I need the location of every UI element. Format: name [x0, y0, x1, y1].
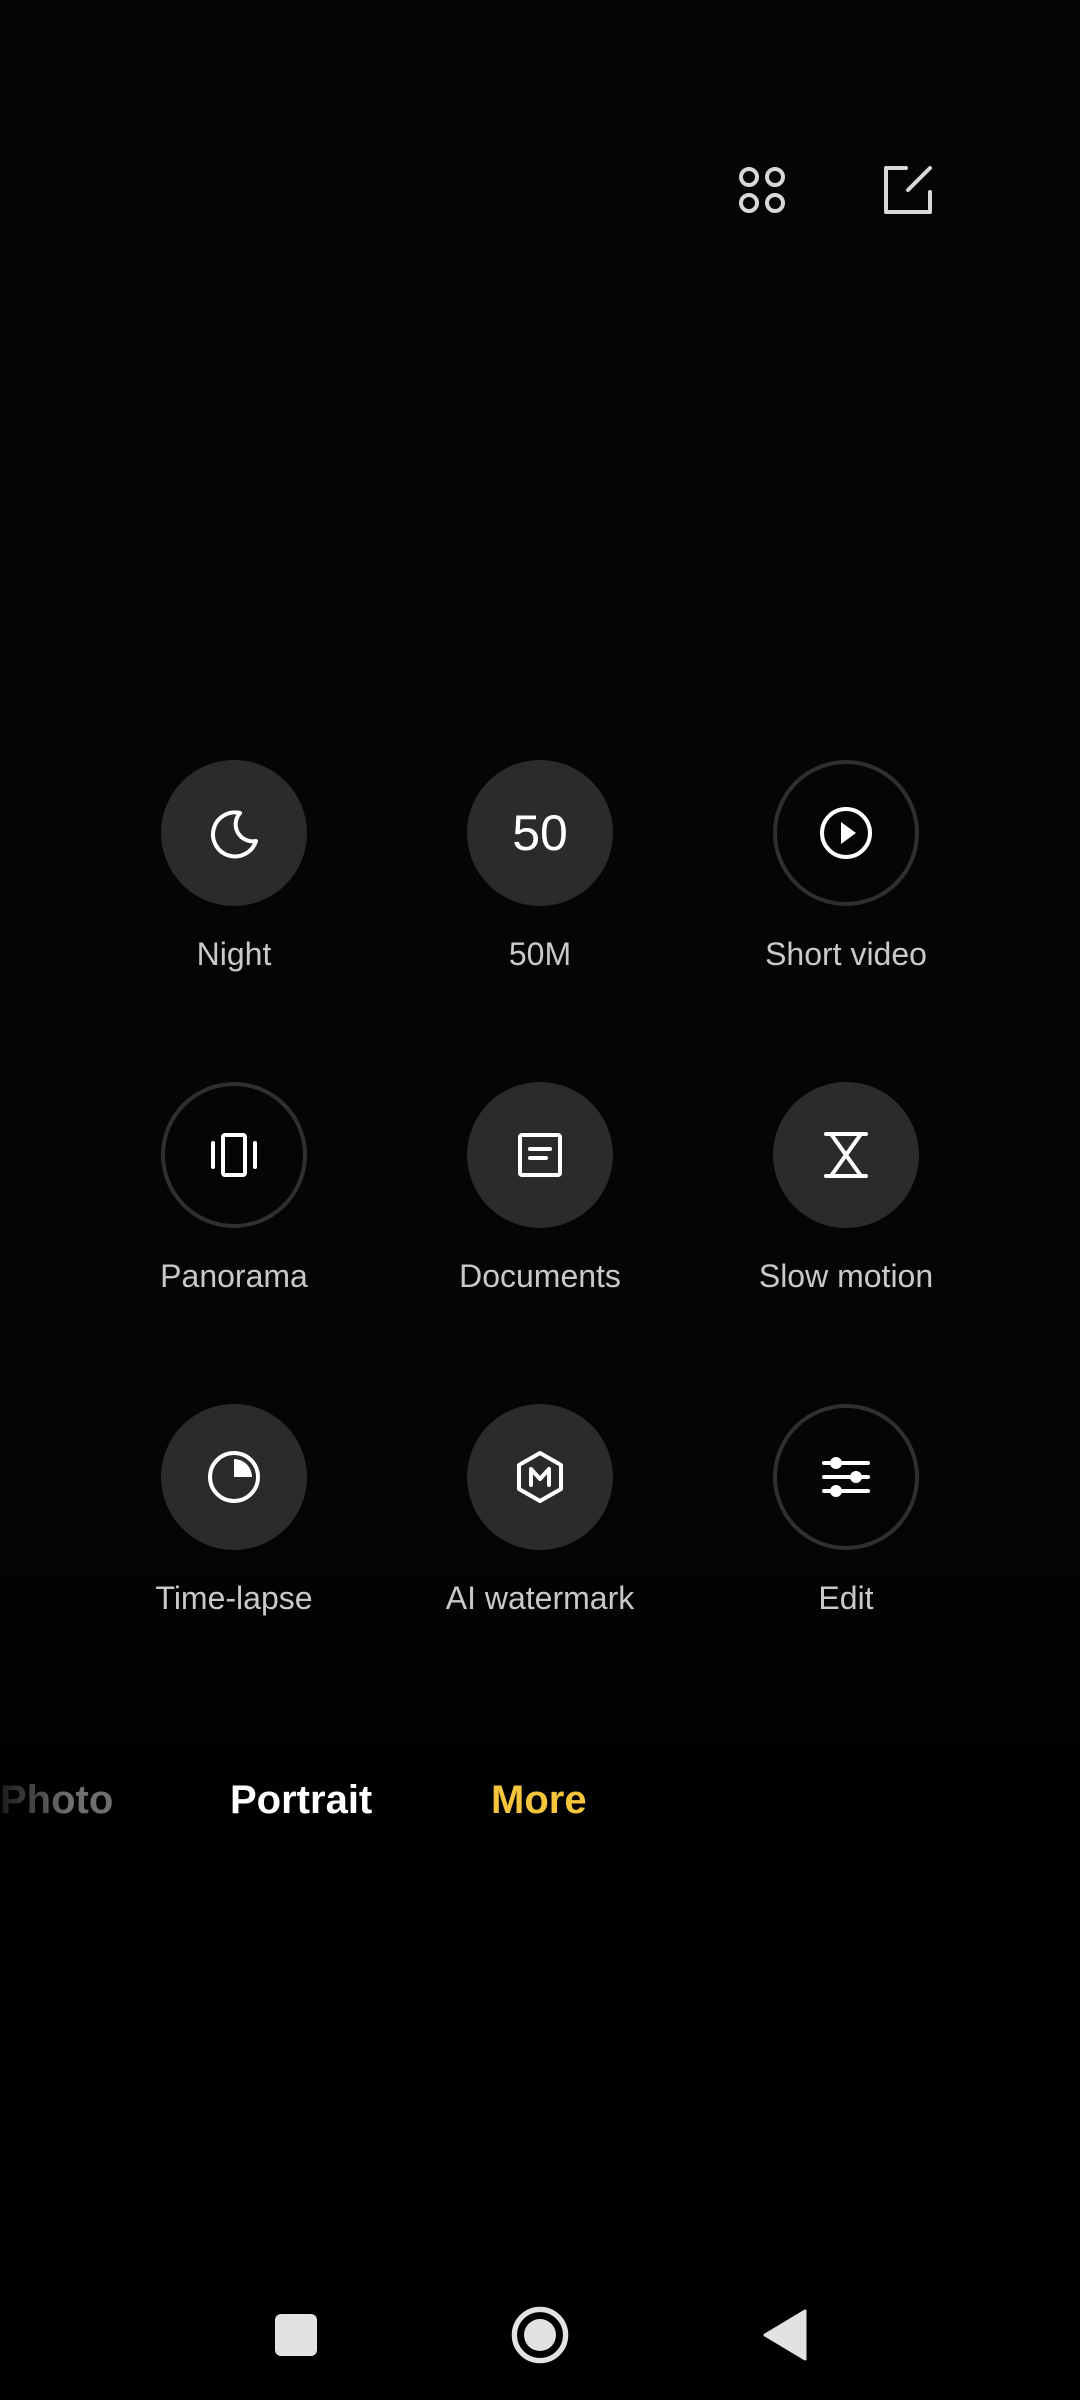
mode-label: Slow motion: [758, 1258, 934, 1294]
system-nav-bar: [0, 2270, 1080, 2400]
camera-more-modes-screen: Night 50 50M Short video Panorama Docume…: [0, 0, 1080, 2400]
grid-four-dots-icon[interactable]: [722, 150, 802, 230]
mode-night[interactable]: Night: [114, 760, 354, 973]
50-text-icon: 50: [512, 805, 568, 861]
mode-slow-motion[interactable]: Slow motion: [726, 1082, 966, 1295]
sliders-icon: [822, 1457, 870, 1497]
mode-label: Time-lapse: [155, 1580, 313, 1616]
mode-label: Panorama: [160, 1258, 308, 1294]
mode-tab-more[interactable]: More: [491, 1778, 587, 1823]
mode-tab-photo[interactable]: Photo: [0, 1778, 113, 1823]
mode-tab-portrait[interactable]: Portrait: [230, 1778, 372, 1823]
recents-square-icon[interactable]: [251, 2290, 341, 2380]
mode-edit[interactable]: Edit: [726, 1404, 966, 1617]
edit-note-icon[interactable]: [868, 150, 948, 230]
mode-night-circle[interactable]: [161, 760, 307, 906]
mode-ai-watermark[interactable]: AI watermark: [420, 1404, 660, 1617]
back-triangle-icon[interactable]: [740, 2290, 830, 2380]
mode-documents[interactable]: Documents: [420, 1082, 660, 1295]
moon-icon: [211, 810, 258, 859]
mode-panorama-circle[interactable]: [161, 1082, 307, 1228]
play-circle-icon: [820, 807, 872, 859]
mode-label: Night: [196, 936, 272, 972]
panorama-icon: [211, 1133, 257, 1177]
home-circle-icon[interactable]: [495, 2290, 585, 2380]
mode-short-video-circle[interactable]: [773, 760, 919, 906]
hourglass-icon: [824, 1132, 868, 1178]
document-icon: [518, 1133, 562, 1177]
mode-edit-circle[interactable]: [773, 1404, 919, 1550]
mode-time-lapse-circle[interactable]: [161, 1404, 307, 1550]
mode-ai-watermark-circle[interactable]: [467, 1404, 613, 1550]
mode-time-lapse[interactable]: Time-lapse: [114, 1404, 354, 1617]
mode-50m[interactable]: 50 50M: [420, 760, 660, 973]
mode-label: AI watermark: [445, 1580, 635, 1616]
mode-slow-motion-circle[interactable]: [773, 1082, 919, 1228]
mode-documents-circle[interactable]: [467, 1082, 613, 1228]
mode-label: 50M: [508, 936, 572, 972]
mode-label: Documents: [459, 1258, 621, 1294]
mode-panorama[interactable]: Panorama: [114, 1082, 354, 1295]
mode-label: Short video: [765, 936, 927, 972]
mode-50m-circle[interactable]: 50: [467, 760, 613, 906]
mode-selector-strip: Photo Portrait More: [0, 1778, 1080, 1834]
clock-pie-icon: [208, 1451, 260, 1503]
mode-label: Edit: [818, 1580, 874, 1616]
mode-short-video[interactable]: Short video: [726, 760, 966, 973]
hexagon-m-icon: [517, 1451, 563, 1503]
